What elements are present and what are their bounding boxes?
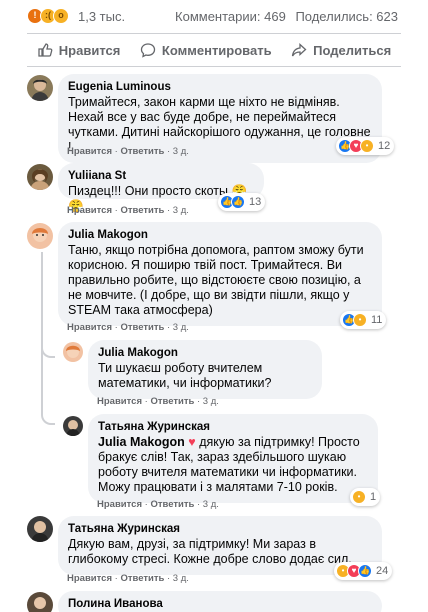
comment-actions: Нравится · Ответить · 3 д. <box>67 205 189 216</box>
reaction-count: 1 <box>370 491 377 503</box>
comment-like-link[interactable]: Нравится <box>97 499 142 510</box>
love-reaction-icon: ♥ <box>184 435 200 449</box>
thumbs-up-icon <box>38 43 53 57</box>
comment-bubble: Julia Makogon Ти шукаєш роботу вчителем … <box>88 340 322 399</box>
comment-button-label: Комментировать <box>161 42 272 58</box>
like-button-label: Нравится <box>58 42 121 58</box>
avatar-image <box>32 228 48 242</box>
reaction-count: 12 <box>378 140 391 152</box>
comment-reply-link[interactable]: Ответить <box>150 499 194 510</box>
share-button[interactable]: Поделиться <box>291 42 391 58</box>
reaction-count: 24 <box>376 565 389 577</box>
mention-link[interactable]: Julia Makogon <box>98 435 185 449</box>
comment-reply-link[interactable]: Ответить <box>120 146 164 157</box>
thread-connector <box>41 346 55 358</box>
comment-reactions[interactable]: 👍 • 11 <box>340 311 387 329</box>
comment-reactions[interactable]: 👍 👍 13 <box>218 193 266 211</box>
reaction-summary[interactable]: ! :( o <box>27 8 69 24</box>
comment-reactions[interactable]: 👍 ♥ • 12 <box>336 137 395 155</box>
comment-reactions[interactable]: • 1 <box>350 488 381 506</box>
comment-like-link[interactable]: Нравится <box>67 205 112 216</box>
like-button[interactable]: Нравится <box>37 42 121 58</box>
post-stats: Комментарии: 469 Поделились: 623 <box>169 9 398 24</box>
avatar[interactable] <box>27 75 53 101</box>
comment-bubble: Julia Makogon Таню, якщо потрібна допомо… <box>58 222 382 326</box>
reaction-count: 11 <box>371 314 383 326</box>
avatar[interactable] <box>27 516 53 542</box>
comment-like-link[interactable]: Нравится <box>67 146 112 157</box>
comment-bubble: Татьяна Журинская Дякую вам, друзі, за п… <box>58 516 382 575</box>
shares-count[interactable]: Поделились: 623 <box>295 9 398 24</box>
avatar-image <box>34 597 46 609</box>
comment-button[interactable]: Комментировать <box>140 42 272 58</box>
comment-like-link[interactable]: Нравится <box>67 573 112 584</box>
comment-text: Таню, якщо потрібна допомога, раптом змо… <box>68 243 364 317</box>
comment-icon <box>140 43 156 58</box>
comment-time[interactable]: 3 д. <box>173 322 189 333</box>
comment-text: Julia Makogon ♥ дякую за підтримку! Прос… <box>98 435 368 495</box>
reactions-count[interactable]: 1,3 тыс. <box>78 9 125 24</box>
avatar[interactable] <box>63 416 83 436</box>
comment-like-link[interactable]: Нравится <box>67 322 112 333</box>
thread-line <box>41 360 43 415</box>
avatar[interactable] <box>63 342 83 362</box>
avatar[interactable] <box>27 223 53 249</box>
thread-connector <box>41 413 55 425</box>
avatar-image <box>31 79 49 101</box>
comment-reply-link[interactable]: Ответить <box>120 322 164 333</box>
comment-time[interactable]: 3 д. <box>173 205 189 216</box>
post-action-bar: Нравится Комментировать Поделиться <box>27 33 401 67</box>
comment-time[interactable]: 3 д. <box>203 396 219 407</box>
share-button-label: Поделиться <box>313 42 392 58</box>
comment-bubble: Татьяна Журинская Julia Makogon ♥ дякую … <box>88 414 378 503</box>
care-reaction-icon: • <box>352 490 366 504</box>
reaction-count: 13 <box>249 196 262 208</box>
care-reaction-icon: • <box>360 139 374 153</box>
avatar[interactable] <box>27 164 53 190</box>
comment-reply-link[interactable]: Ответить <box>150 396 194 407</box>
comment-reply-link[interactable]: Ответить <box>120 573 164 584</box>
post-summary-bar: ! :( o 1,3 тыс. Комментарии: 469 Поделил… <box>0 0 428 32</box>
wow-icon: o <box>53 8 69 24</box>
comment-author[interactable]: Татьяна Журинская <box>98 421 368 433</box>
comment-author[interactable]: Татьяна Журинская <box>68 523 372 535</box>
avatar-image <box>66 345 80 358</box>
comment-actions: Нравится · Ответить · 3 д. <box>67 573 189 584</box>
comment-like-link[interactable]: Нравится <box>97 396 142 407</box>
avatar-image <box>66 420 80 436</box>
comment-author[interactable]: Eugenia Luminous <box>68 81 372 93</box>
comment-actions: Нравится · Ответить · 3 д. <box>97 396 219 407</box>
like-reaction-icon: 👍 <box>231 195 245 209</box>
comments-count[interactable]: Комментарии: 469 <box>175 9 286 24</box>
avatar-image <box>31 521 49 542</box>
comment-bubble: Полина Иванова <box>58 591 382 612</box>
comment-reactions[interactable]: • ♥ 👍 24 <box>334 562 393 580</box>
comment-author[interactable]: Julia Makogon <box>98 347 312 359</box>
care-reaction-icon: • <box>353 313 367 327</box>
share-icon <box>292 43 307 57</box>
comment-author[interactable]: Julia Makogon <box>68 229 372 241</box>
comment-text: Ти шукаєш роботу вчителем математики, чи… <box>98 361 272 390</box>
comment-reply-link[interactable]: Ответить <box>120 205 164 216</box>
comment-author[interactable]: Yuliiana St <box>68 170 254 182</box>
comment-time[interactable]: 3 д. <box>173 573 189 584</box>
comment-actions: Нравится · Ответить · 3 д. <box>67 146 189 157</box>
like-reaction-icon: 👍 <box>358 564 372 578</box>
avatar[interactable] <box>27 592 53 612</box>
comment-actions: Нравится · Ответить · 3 д. <box>97 499 219 510</box>
comment-time[interactable]: 3 д. <box>173 146 189 157</box>
comment-text: Дякую вам, друзі, за підтримку! Ми зараз… <box>68 537 352 566</box>
comment-author[interactable]: Полина Иванова <box>68 598 372 610</box>
comment-time[interactable]: 3 д. <box>203 499 219 510</box>
avatar-image <box>30 169 50 190</box>
comment-actions: Нравится · Ответить · 3 д. <box>67 322 189 333</box>
